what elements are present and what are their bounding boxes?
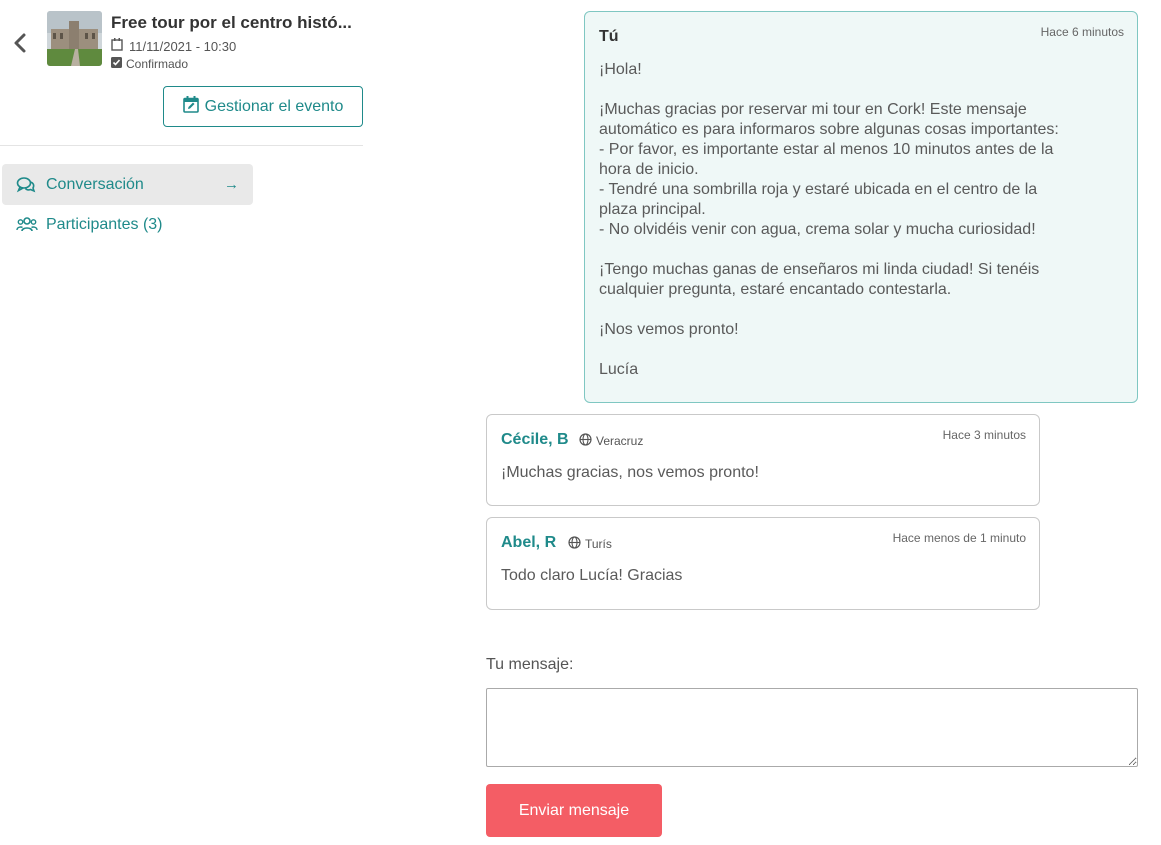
chat-icon (16, 176, 38, 194)
globe-icon (579, 433, 592, 449)
calendar-icon (111, 38, 123, 54)
message-author: Abel, R (501, 534, 557, 551)
manage-event-label: Gestionar el evento (204, 97, 344, 115)
message-time: Hace 6 minutos (1040, 25, 1124, 39)
sidebar: Free tour por el centro histó... 11/11/2… (0, 0, 365, 845)
message-body: ¡Hola! ¡Muchas gracias por reservar mi t… (599, 61, 1059, 378)
event-date: 11/11/2021 - 10:30 (111, 38, 236, 54)
message-location: Veracruz (579, 433, 643, 449)
message-card-own: Tú Hace 6 minutos ¡Hola! ¡Muchas gracias… (584, 11, 1138, 403)
users-icon (16, 216, 38, 234)
manage-event-button[interactable]: Gestionar el evento (163, 86, 363, 127)
calendar-edit-icon (182, 95, 199, 118)
message-time: Hace 3 minutos (942, 428, 1026, 442)
nav-item-conversation[interactable]: Conversación → (2, 164, 253, 205)
event-title[interactable]: Free tour por el centro histó... (111, 13, 356, 33)
nav-item-participants[interactable]: Participantes (3) (2, 204, 253, 245)
compose-label: Tu mensaje: (486, 656, 574, 673)
arrow-right-icon: → (224, 176, 239, 193)
event-date-text: 11/11/2021 - 10:30 (129, 38, 237, 54)
message-card: Cécile, B Veracruz Hace 3 minutos ¡Mucha… (486, 414, 1040, 506)
back-chevron-icon[interactable] (10, 32, 30, 54)
message-author: Cécile, B (501, 431, 569, 448)
event-status: Confirmado (111, 57, 188, 71)
sidebar-divider (0, 145, 363, 146)
message-location-text: Turís (585, 537, 612, 551)
message-body: ¡Muchas gracias, nos vemos pronto! (501, 464, 759, 481)
message-body: Todo claro Lucía! Gracias (501, 567, 683, 584)
send-message-button[interactable]: Enviar mensaje (486, 784, 662, 837)
globe-icon (568, 536, 581, 552)
message-input[interactable] (486, 688, 1138, 767)
message-author: Tú (599, 28, 619, 45)
event-status-text: Confirmado (126, 57, 189, 71)
message-time: Hace menos de 1 minuto (892, 531, 1026, 545)
checkbox-checked-icon (111, 57, 122, 71)
message-card: Abel, R Turís Hace menos de 1 minuto Tod… (486, 517, 1040, 610)
message-location: Turís (568, 536, 612, 552)
nav-item-label: Participantes (3) (46, 215, 163, 233)
nav-item-label: Conversación (46, 175, 144, 193)
message-location-text: Veracruz (596, 434, 644, 448)
event-thumbnail[interactable] (47, 11, 102, 66)
